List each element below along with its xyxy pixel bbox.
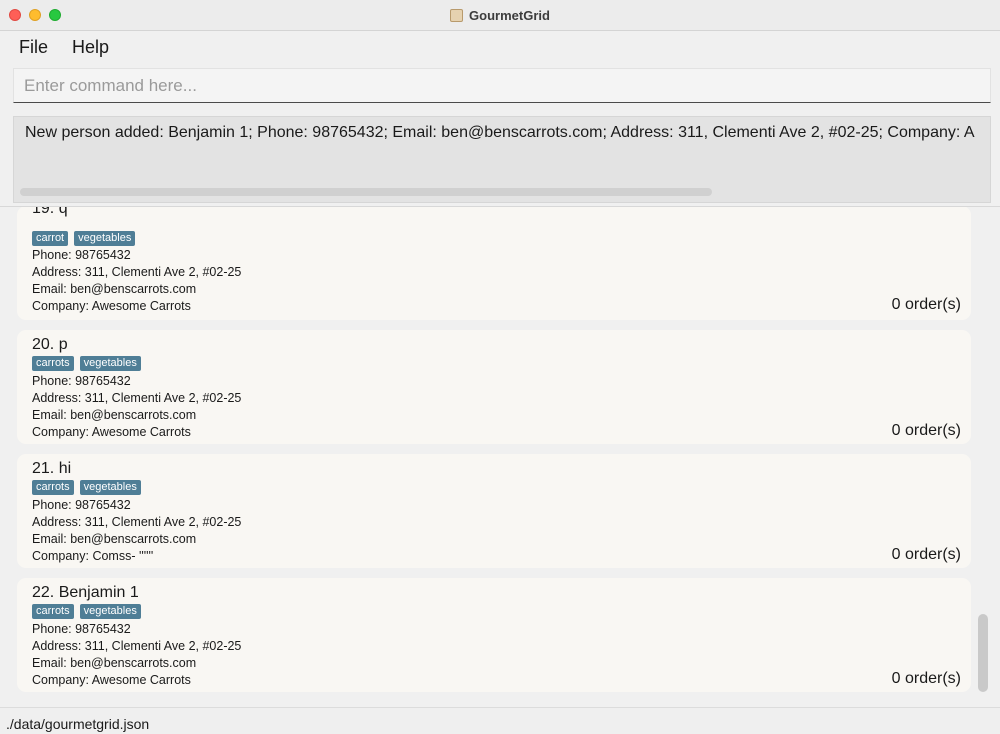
person-name: 19. q <box>32 206 68 217</box>
person-company: Company: Awesome Carrots <box>32 299 191 313</box>
tag-list: carrots vegetables <box>32 604 141 619</box>
tag: carrots <box>32 604 74 619</box>
order-count: 0 order(s) <box>891 546 961 563</box>
tag: vegetables <box>79 356 141 371</box>
vertical-scrollbar[interactable] <box>978 614 988 692</box>
person-phone: Phone: 98765432 <box>32 248 131 262</box>
person-card[interactable]: 20. p carrots vegetables Phone: 98765432… <box>17 330 971 444</box>
person-card[interactable]: 22. Benjamin 1 carrots vegetables Phone:… <box>17 578 971 692</box>
person-email: Email: ben@benscarrots.com <box>32 282 197 296</box>
person-card[interactable]: 21. hi carrots vegetables Phone: 9876543… <box>17 454 971 568</box>
menu-file[interactable]: File <box>19 37 48 58</box>
menu-bar: File Help <box>0 31 1000 63</box>
command-box <box>0 63 1000 109</box>
person-phone: Phone: 98765432 <box>32 374 131 388</box>
tag-list: carrots vegetables <box>32 356 141 371</box>
person-email: Email: ben@benscarrots.com <box>32 532 197 546</box>
tag: carrot <box>32 231 69 246</box>
menu-help[interactable]: Help <box>72 37 109 58</box>
person-email: Email: ben@benscarrots.com <box>32 656 197 670</box>
result-message: New person added: Benjamin 1; Phone: 987… <box>25 124 975 141</box>
tag-list: carrot vegetables <box>32 231 136 246</box>
tag: carrots <box>32 356 74 371</box>
app-icon <box>450 9 464 22</box>
tag: vegetables <box>74 231 136 246</box>
window-title: GourmetGrid <box>469 8 550 23</box>
window-title-group: GourmetGrid <box>0 0 1000 31</box>
tag: vegetables <box>79 480 141 495</box>
tag: carrots <box>32 480 74 495</box>
order-count: 0 order(s) <box>891 422 961 439</box>
person-address: Address: 311, Clementi Ave 2, #02-25 <box>32 265 242 279</box>
result-display: New person added: Benjamin 1; Phone: 987… <box>0 109 1000 206</box>
person-phone: Phone: 98765432 <box>32 498 131 512</box>
order-count: 0 order(s) <box>891 670 961 687</box>
person-phone: Phone: 98765432 <box>32 622 131 636</box>
person-company: Company: Comss- '''''' <box>32 549 154 563</box>
status-bar: ./data/gourmetgrid.json <box>0 707 1000 734</box>
tag: vegetables <box>79 604 141 619</box>
order-count: 0 order(s) <box>891 296 961 313</box>
person-list: 19. q carrot vegetables Phone: 98765432 … <box>0 206 1000 707</box>
person-company: Company: Awesome Carrots <box>32 673 191 687</box>
person-name: 22. Benjamin 1 <box>32 584 139 601</box>
person-name: 21. hi <box>32 460 72 477</box>
person-card[interactable]: 19. q carrot vegetables Phone: 98765432 … <box>17 206 971 320</box>
person-address: Address: 311, Clementi Ave 2, #02-25 <box>32 639 242 653</box>
command-input[interactable] <box>13 68 991 103</box>
result-text-box: New person added: Benjamin 1; Phone: 987… <box>13 116 991 203</box>
title-bar: GourmetGrid <box>0 0 1000 31</box>
person-address: Address: 311, Clementi Ave 2, #02-25 <box>32 515 242 529</box>
horizontal-scrollbar[interactable] <box>20 188 712 196</box>
person-address: Address: 311, Clementi Ave 2, #02-25 <box>32 391 242 405</box>
tag-list: carrots vegetables <box>32 480 141 495</box>
person-email: Email: ben@benscarrots.com <box>32 408 197 422</box>
person-company: Company: Awesome Carrots <box>32 425 191 439</box>
person-name: 20. p <box>32 336 68 353</box>
data-file-path: ./data/gourmetgrid.json <box>6 716 150 732</box>
